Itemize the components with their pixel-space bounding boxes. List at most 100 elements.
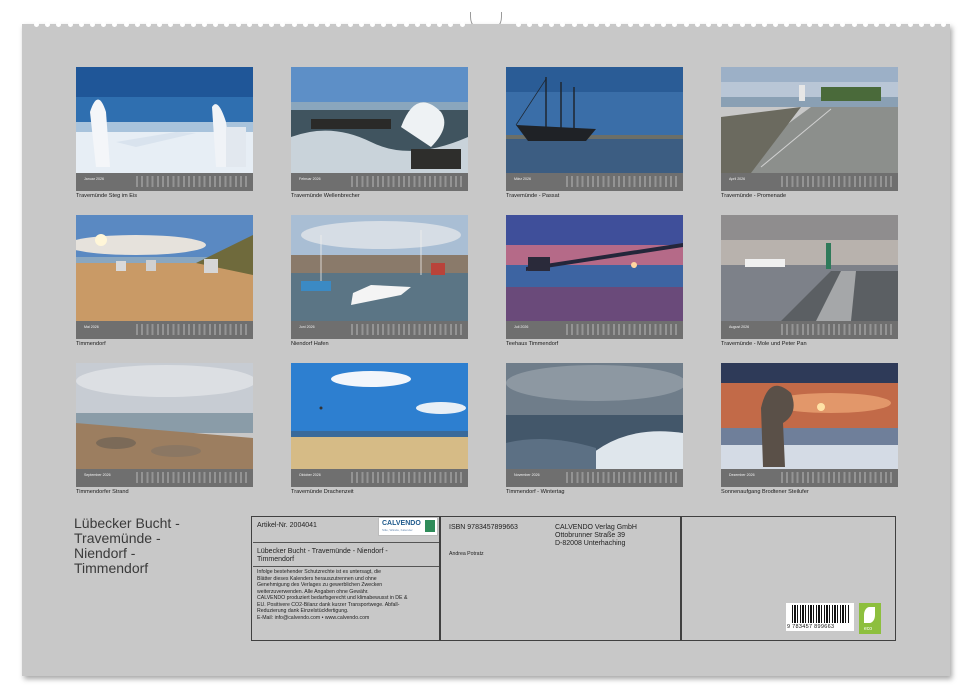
- binding-hole: [616, 22, 622, 27]
- title-line: Niendorf -: [74, 545, 136, 561]
- publisher-line: Ottobrunner Straße 39: [555, 532, 626, 539]
- binding-hole: [190, 22, 196, 27]
- month-label: Oktober 2026: [299, 473, 321, 477]
- month-thumbnail-january: Januar 2026: [76, 67, 253, 191]
- binding-hole: [851, 22, 857, 27]
- month-caption: Travemünde - Passat: [506, 193, 560, 199]
- binding-hole: [762, 22, 767, 27]
- binding-hole: [560, 22, 566, 27]
- binding-hole: [291, 22, 297, 27]
- day-grid: [136, 324, 248, 335]
- binding-hole: [650, 22, 655, 27]
- barcode-number: 9 783457 899663: [787, 624, 835, 630]
- calendar-strip: Februar 2026: [291, 173, 468, 191]
- month-label: Dezember 2026: [729, 473, 755, 477]
- calendar-strip: November 2026: [506, 469, 683, 487]
- binding-hole: [538, 22, 543, 27]
- binding-hole: [101, 22, 107, 27]
- title-line: Travemünde -: [74, 530, 161, 546]
- binding-hole: [325, 22, 331, 27]
- month-thumbnail-november: November 2026: [506, 363, 683, 487]
- legal-notice: Infolge bestehender Schutzrechte ist es …: [257, 569, 437, 621]
- binding-hole: [269, 22, 275, 27]
- day-grid: [351, 176, 463, 187]
- product-title: Lübecker Bucht - Travemünde - Niendorf -…: [257, 548, 388, 564]
- calendar-strip: September 2026: [76, 469, 253, 487]
- binding-hole: [202, 22, 207, 27]
- binding-hole: [930, 22, 935, 27]
- month-label: Januar 2026: [84, 177, 104, 181]
- binding-hole: [941, 22, 947, 27]
- binding-hole: [336, 22, 342, 27]
- photo-breakwater-waves: [291, 67, 468, 173]
- binding-hole: [627, 22, 633, 27]
- binding-hole: [739, 22, 745, 27]
- product-title-line: Lübecker Bucht - Travemünde - Niendorf -: [257, 548, 388, 555]
- barcode-bars: [792, 605, 850, 623]
- month-thumbnail-october: Oktober 2026: [291, 363, 468, 487]
- binding-hole: [146, 22, 151, 27]
- calendar-strip: Juli 2026: [506, 321, 683, 339]
- binding-hole: [213, 22, 219, 27]
- leaf-icon: [864, 607, 875, 623]
- binding-hole: [347, 22, 353, 27]
- day-grid: [351, 472, 463, 483]
- calendar-title: Lübecker Bucht - Travemünde - Niendorf -…: [74, 516, 234, 576]
- photo-kite-beach: [291, 363, 468, 469]
- binding-hole: [918, 22, 924, 27]
- photo-icy-pier: [76, 67, 253, 173]
- binding-hole: [45, 22, 51, 27]
- month-thumbnail-may: Mai 2026: [76, 215, 253, 339]
- calvendo-logo: CALVENDO Stile, Wände, Kalender: [378, 517, 438, 536]
- binding-hole: [314, 22, 319, 27]
- binding-hole: [885, 22, 891, 27]
- month-label: Juli 2026: [514, 325, 529, 329]
- binding-hole: [67, 22, 73, 27]
- calendar-strip: Mai 2026: [76, 321, 253, 339]
- binding-hole: [717, 22, 723, 27]
- binding-hole: [437, 22, 443, 27]
- binding-hole: [123, 22, 129, 27]
- binding-hole: [403, 22, 409, 27]
- day-grid: [781, 472, 893, 483]
- month-thumbnail-december: Dezember 2026: [721, 363, 898, 487]
- calendar-strip: Dezember 2026: [721, 469, 898, 487]
- product-title-line: Timmendorf: [257, 556, 295, 563]
- binding-hole: [459, 22, 465, 27]
- publisher-line: D-82008 Unterhaching: [555, 540, 626, 547]
- photo-teehaus-sunset: [506, 215, 683, 321]
- day-grid: [781, 324, 893, 335]
- month-caption: Travemünde - Mole und Peter Pan: [721, 341, 807, 347]
- binding-hole: [638, 22, 644, 27]
- binding-hole: [426, 22, 431, 27]
- binding-hole: [672, 22, 678, 27]
- publisher-address: CALVENDO Verlag GmbH Ottobrunner Straße …: [555, 524, 637, 548]
- logo-text: CALVENDO: [382, 520, 421, 527]
- binding-hole: [706, 22, 711, 27]
- binding-hole: [605, 22, 611, 27]
- binding-hole: [907, 22, 913, 27]
- divider: [253, 542, 439, 543]
- binding-hole: [157, 22, 163, 27]
- binding-hole: [683, 22, 689, 27]
- month-caption: Timmendorfer Strand: [76, 489, 129, 495]
- binding-hole: [582, 22, 588, 27]
- binding-hole: [862, 22, 868, 27]
- photo-beach-chairs: [76, 215, 253, 321]
- publisher-line: CALVENDO Verlag GmbH: [555, 524, 637, 531]
- month-caption: Niendorf Hafen: [291, 341, 329, 347]
- binding-hole: [448, 22, 454, 27]
- binding-hole: [112, 22, 118, 27]
- binding-hole: [896, 22, 902, 27]
- month-caption: Timmendorf: [76, 341, 106, 347]
- month-caption: Sonnenaufgang Brodtener Steilufer: [721, 489, 809, 495]
- binding-hole: [56, 22, 62, 27]
- binding-hole: [224, 22, 230, 27]
- month-thumbnail-august: August 2026: [721, 215, 898, 339]
- month-label: November 2026: [514, 473, 540, 477]
- binding-hole: [235, 22, 241, 27]
- day-grid: [566, 176, 678, 187]
- binding-hole: [661, 22, 667, 27]
- photo-promenade: [721, 67, 898, 173]
- binding-hole: [246, 22, 252, 27]
